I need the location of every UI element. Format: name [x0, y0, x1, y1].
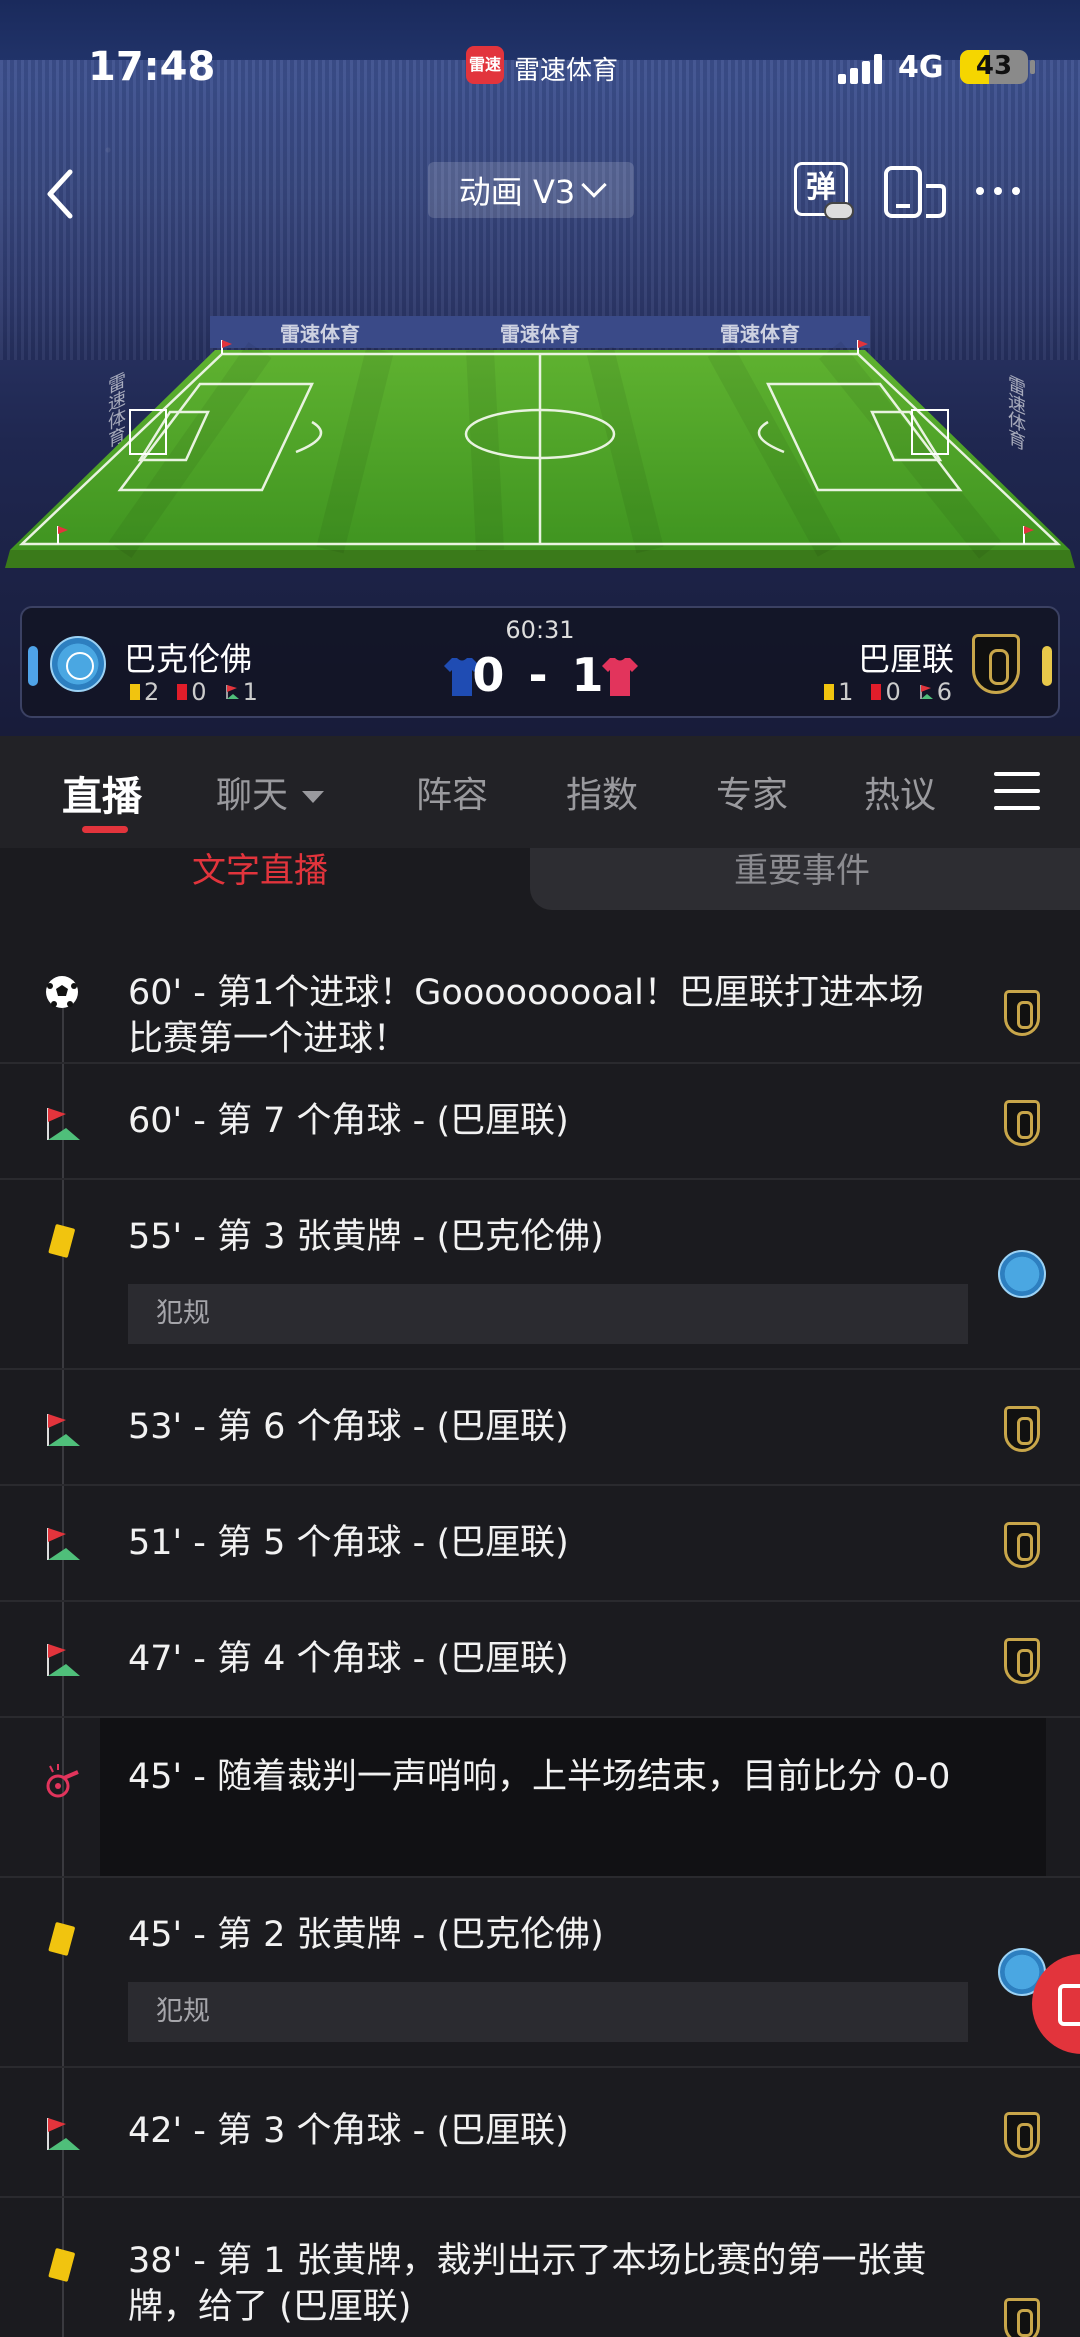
away-jersey-icon	[602, 658, 638, 696]
football-pitch	[5, 340, 1075, 568]
back-icon[interactable]	[40, 164, 84, 224]
away-team-crest-icon[interactable]	[972, 634, 1020, 694]
away-team-crest-icon	[1004, 1100, 1040, 1146]
chevron-down-icon	[302, 791, 325, 803]
yellow-card-icon	[824, 684, 835, 700]
event-item: 38' - 第 1 张黄牌，裁判出示了本场比赛的第一张黄牌，给了 (巴厘联)	[0, 2198, 1080, 2337]
away-team-name[interactable]: 巴厘联	[858, 634, 954, 680]
away-team-crest-icon	[1004, 1406, 1040, 1452]
event-text: 47' - 第 4 个角球 - (巴厘联)	[128, 1639, 569, 1679]
tab-experts[interactable]: 专家	[716, 766, 788, 818]
corner-flag-icon	[919, 685, 933, 699]
away-team-crest-icon	[1004, 2112, 1040, 2158]
football-icon	[46, 976, 78, 1008]
event-item: 60' - 第1个进球！Gooooooooal！巴厘联打进本场比赛第一个进球！	[0, 910, 1080, 1064]
corner-flag-icon	[47, 1108, 80, 1140]
sub-tabs: 文字直播 重要事件	[0, 848, 1080, 910]
whistle-icon	[46, 1764, 79, 1798]
event-item-halftime: 45' - 随着裁判一声哨响，上半场结束，目前比分 0-0	[0, 1718, 1080, 1878]
event-text: 42' - 第 3 个角球 - (巴厘联)	[128, 2111, 569, 2151]
signal-icon	[838, 52, 888, 84]
more-icon[interactable]	[976, 176, 1030, 206]
corner-flag-icon	[47, 1644, 80, 1676]
battery-tip	[1030, 60, 1035, 74]
red-card-icon	[871, 684, 882, 700]
away-red-count: 0	[885, 678, 901, 706]
event-item: 53' - 第 6 个角球 - (巴厘联)	[0, 1370, 1080, 1486]
event-feed: 60' - 第1个进球！Gooooooooal！巴厘联打进本场比赛第一个进球！ …	[0, 910, 1080, 2337]
tab-active-indicator	[82, 826, 128, 833]
match-animation-area: 雷速体育 雷速体育 雷速体育 雷速体育 雷速体育 17:48 雷速 雷速体育 4…	[0, 0, 1080, 736]
away-team-crest-icon	[1004, 1638, 1040, 1684]
screen-switch-icon[interactable]	[882, 164, 946, 220]
event-text: 55' - 第 3 张黄牌 - (巴克伦佛)	[128, 1217, 604, 1257]
tab-chat-label: 聊天	[216, 775, 289, 816]
animation-mode-label: 动画 V3	[458, 173, 576, 211]
event-note: 犯规	[128, 1982, 968, 2042]
event-item: 60' - 第 7 个角球 - (巴厘联)	[0, 1064, 1080, 1180]
tab-live[interactable]: 直播	[62, 764, 142, 822]
event-text: 45' - 随着裁判一声哨响，上半场结束，目前比分 0-0	[128, 1757, 951, 1797]
network-type: 4G	[898, 50, 944, 85]
corner-flag-icon	[47, 2118, 80, 2150]
battery-icon: 43	[960, 50, 1028, 84]
menu-icon[interactable]	[994, 772, 1040, 810]
event-text: 53' - 第 6 个角球 - (巴厘联)	[128, 1407, 569, 1447]
event-text: 45' - 第 2 张黄牌 - (巴克伦佛)	[128, 1915, 604, 1955]
scoreboard: 巴克伦佛 2 0 1 60:31 0 - 1 巴厘联 1 0 6	[20, 606, 1060, 718]
animation-mode-select[interactable]: 动画 V3	[428, 162, 634, 218]
tab-lineup[interactable]: 阵容	[416, 766, 488, 818]
event-item: 55' - 第 3 张黄牌 - (巴克伦佛) 犯规	[0, 1180, 1080, 1370]
event-note: 犯规	[128, 1284, 968, 1344]
away-team-crest-icon	[1004, 1522, 1040, 1568]
tab-chat[interactable]: 聊天	[216, 766, 325, 818]
away-yellow-count: 1	[838, 678, 854, 706]
app-name: 雷速体育	[514, 56, 619, 86]
event-text: 60' - 第1个进球！Gooooooooal！巴厘联打进本场比赛第一个进球！	[128, 973, 924, 1059]
event-item: 42' - 第 3 个角球 - (巴厘联)	[0, 2068, 1080, 2198]
yellow-card-icon	[48, 2248, 75, 2282]
subtab-text-live[interactable]: 文字直播	[192, 848, 328, 894]
event-item: 51' - 第 5 个角球 - (巴厘联)	[0, 1486, 1080, 1602]
event-text: 60' - 第 7 个角球 - (巴厘联)	[128, 1101, 569, 1141]
event-text: 51' - 第 5 个角球 - (巴厘联)	[128, 1523, 569, 1563]
corner-flag-icon	[47, 1528, 80, 1560]
yellow-card-icon	[48, 1224, 75, 1258]
clock: 17:48	[88, 44, 216, 90]
yellow-card-icon	[48, 1922, 75, 1956]
corner-flag-icon	[47, 1414, 80, 1446]
danmu-switch-icon	[824, 202, 854, 220]
away-team-crest-icon	[1004, 990, 1040, 1036]
away-team-stats: 1 0 6	[824, 678, 952, 706]
home-team-crest-icon	[998, 1250, 1046, 1298]
status-bar: 17:48 雷速 雷速体育 4G 43	[0, 0, 1080, 130]
away-team-crest-icon	[1004, 2298, 1040, 2337]
event-item: 45' - 第 2 张黄牌 - (巴克伦佛) 犯规	[0, 1878, 1080, 2068]
away-corner-count: 6	[936, 678, 952, 706]
event-text: 38' - 第 1 张黄牌，裁判出示了本场比赛的第一张黄牌，给了 (巴厘联)	[128, 2241, 927, 2327]
chevron-down-icon	[581, 172, 607, 198]
main-tabs: 直播 聊天 阵容 指数 专家 热议	[0, 736, 1080, 848]
event-item: 47' - 第 4 个角球 - (巴厘联)	[0, 1602, 1080, 1718]
subtab-key-events[interactable]: 重要事件	[734, 848, 870, 894]
app-logo-icon: 雷速	[466, 46, 504, 84]
tab-discussion[interactable]: 热议	[864, 766, 936, 818]
tab-odds[interactable]: 指数	[566, 766, 638, 818]
battery-percent: 43	[975, 51, 1013, 81]
